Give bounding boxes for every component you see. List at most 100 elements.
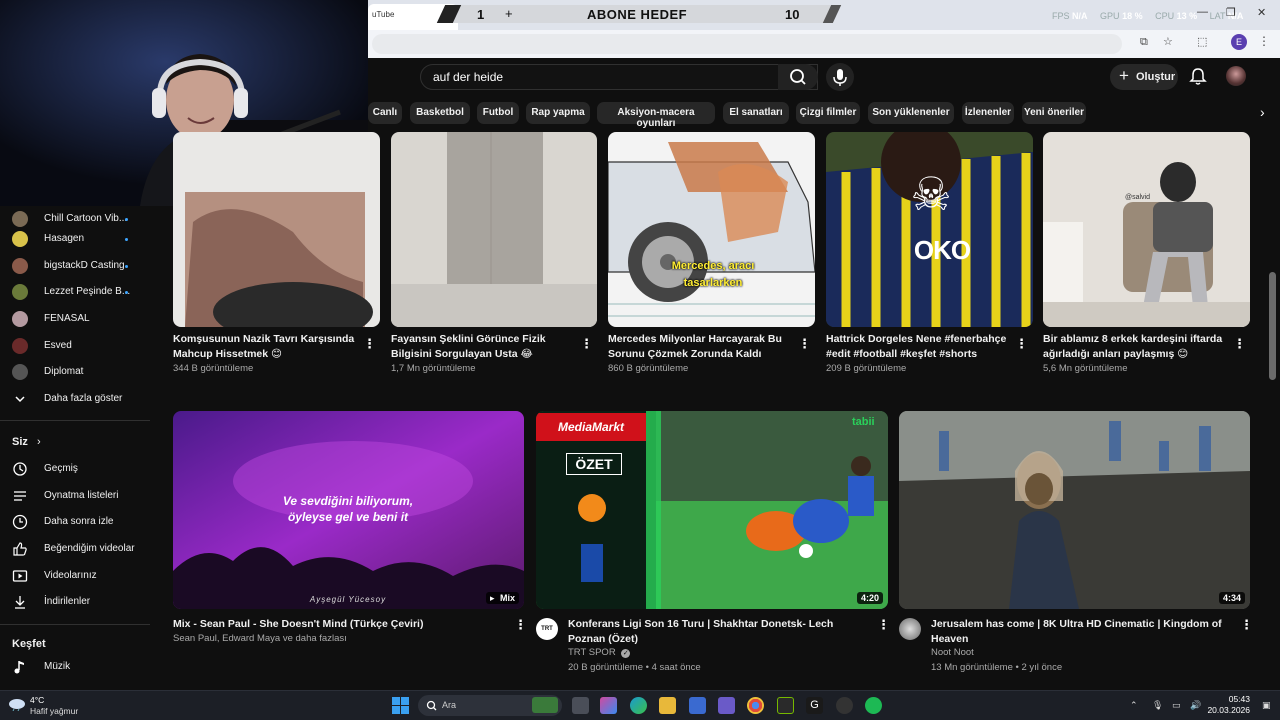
short-thumbnail[interactable]: ☠ OKO [826, 132, 1033, 327]
account-avatar[interactable] [1226, 66, 1246, 86]
sidebar-item-watch-later[interactable]: Daha sonra izle [0, 509, 150, 535]
video-channel-name[interactable]: TRT SPOR ✓ [568, 646, 631, 661]
you-section-heading[interactable]: Siz › [12, 436, 41, 448]
more-options-icon[interactable]: ⋮ [1015, 337, 1028, 351]
system-clock[interactable]: 05:43 20.03.2026 [1206, 694, 1250, 716]
volume-icon[interactable]: 🔊 [1190, 700, 1201, 711]
app-g-icon[interactable]: G [806, 697, 823, 714]
chip-aksiyon-macera[interactable]: Aksiyon-macera oyunları [597, 102, 715, 129]
more-options-icon[interactable]: ⋮ [877, 618, 890, 632]
copilot-icon[interactable] [600, 697, 617, 714]
address-field[interactable] [372, 34, 1122, 54]
close-window-icon[interactable]: ✕ [1257, 6, 1266, 19]
edge-browser-icon[interactable] [630, 697, 647, 714]
lyric-line-2: öyleyse gel ve beni it [287, 510, 409, 524]
bookmark-star-icon[interactable]: ☆ [1163, 35, 1173, 48]
goal-title: ABONE HEDEF [587, 7, 688, 22]
tray-chevron-up-icon[interactable]: ⌃ [1130, 700, 1138, 711]
file-explorer-icon[interactable] [659, 697, 676, 714]
taskbar-search[interactable]: Ara [418, 695, 562, 716]
short-title[interactable]: Komşusunun Nazik Tavrı Karşısında Mahcup… [173, 332, 358, 361]
search-button[interactable] [778, 64, 818, 90]
chip-cizgi-filmler[interactable]: Çizgi filmler [796, 102, 860, 124]
obs-icon[interactable] [836, 697, 853, 714]
sidebar-item-music[interactable]: Müzik [0, 654, 150, 680]
video-title[interactable]: Mix - Sean Paul - She Doesn't Mind (Türk… [173, 617, 503, 632]
short-title[interactable]: Hattrick Dorgeles Nene #fenerbahçe #edit… [826, 332, 1011, 361]
video-thumbnail-image [536, 411, 888, 609]
video-thumbnail[interactable]: MediaMarkt ÖZET tabii 4:20 [536, 411, 888, 609]
short-title[interactable]: Mercedes Milyonlar Harcayarak Bu Sorunu … [608, 332, 793, 361]
cloud-rain-icon [9, 699, 25, 711]
more-options-icon[interactable]: ⋮ [798, 337, 811, 351]
minimize-icon[interactable]: — [1197, 6, 1208, 18]
more-options-icon[interactable]: ⋮ [580, 337, 593, 351]
chip-basketbol[interactable]: Basketbol [410, 102, 470, 124]
task-view-icon[interactable] [572, 697, 589, 714]
video-thumbnail[interactable]: Ve sevdiğini biliyorum, öyleyse gel ve b… [173, 411, 524, 609]
notifications-bell-icon[interactable] [1188, 66, 1208, 86]
video-title[interactable]: Jerusalem has come | 8K Ultra HD Cinemat… [931, 617, 1231, 646]
sidebar-item-subscription[interactable]: Hasagen [0, 226, 150, 252]
search-input[interactable] [433, 69, 753, 85]
short-title[interactable]: Bir ablamız 8 erkek kardeşini iftarda ağ… [1043, 332, 1233, 361]
windows-start-icon[interactable] [392, 697, 409, 714]
sidebar-item-subscription[interactable]: FENASAL [0, 306, 150, 332]
video-thumbnail[interactable]: 4:34 [899, 411, 1250, 609]
network-icon[interactable]: ▭ [1172, 700, 1181, 711]
browser-menu-icon[interactable]: ⋮ [1258, 34, 1270, 48]
chip-yeni-oneriler[interactable]: Yeni öneriler [1022, 102, 1086, 124]
short-thumbnail[interactable]: Mercedes, aracı tasarlarken [608, 132, 815, 327]
short-thumbnail[interactable] [173, 132, 380, 327]
chip-futbol[interactable]: Futbol [477, 102, 519, 124]
sidebar: Chill Cartoon Vib... Hasagen bigstackD C… [0, 206, 150, 690]
more-options-icon[interactable]: ⋮ [514, 618, 527, 632]
search-box: ✕ [420, 64, 818, 90]
sidebar-item-subscription[interactable]: Diplomat [0, 359, 150, 385]
short-thumbnail[interactable] [391, 132, 597, 327]
maximize-icon[interactable]: ❐ [1226, 6, 1236, 19]
more-options-icon[interactable]: ⋮ [363, 337, 376, 351]
chip-son-yuklenenler[interactable]: Son yüklenenler [868, 102, 954, 124]
chip-rap-yapma[interactable]: Rap yapma [526, 102, 590, 124]
short-thumbnail[interactable]: @salvid [1043, 132, 1250, 327]
sidebar-item-downloads[interactable]: İndirilenler [0, 589, 150, 615]
sidebar-item-liked-videos[interactable]: Beğendiğim videolar [0, 536, 150, 562]
channel-name[interactable]: Noot Noot [931, 646, 974, 661]
microsoft-store-icon[interactable] [689, 697, 706, 714]
nvidia-icon[interactable] [777, 697, 794, 714]
create-button[interactable]: + Oluştur [1110, 64, 1178, 90]
chip-canli[interactable]: Canlı [368, 102, 402, 124]
sidebar-item-your-videos[interactable]: Videolarınız [0, 563, 150, 589]
notifications-icon[interactable]: ▣ [1262, 700, 1271, 711]
more-options-icon[interactable]: ⋮ [1240, 618, 1253, 632]
your-videos-label: Videolarınız [44, 570, 97, 581]
sidebar-item-subscription[interactable]: bigstackD Casting [0, 253, 150, 279]
chrome-icon[interactable] [747, 697, 764, 714]
page-scrollbar[interactable] [1265, 132, 1280, 690]
profile-avatar[interactable]: E [1231, 34, 1247, 50]
more-options-icon[interactable]: ⋮ [1233, 337, 1246, 351]
channel-avatar[interactable] [899, 618, 921, 640]
short-title[interactable]: Fayansın Şeklini Görünce Fizik Bilgisini… [391, 332, 576, 361]
video-title[interactable]: Konferans Ligi Son 16 Turu | Shakhtar Do… [568, 617, 868, 646]
voice-search-button[interactable] [826, 63, 854, 91]
sidebar-item-subscription[interactable]: Lezzet Peşinde B... [0, 279, 150, 305]
microphone-tray-icon[interactable]: 🎙 [1152, 700, 1163, 711]
channel-avatar[interactable]: TRT [536, 618, 558, 640]
extensions-icon[interactable]: ⬚ [1197, 35, 1207, 48]
sidebar-item-subscription[interactable]: Esved [0, 333, 150, 359]
sidebar-item-playlists[interactable]: Oynatma listeleri [0, 483, 150, 509]
spotify-icon[interactable] [865, 697, 882, 714]
sidebar-item-history[interactable]: Geçmiş [0, 456, 150, 482]
ozet-label: ÖZET [566, 453, 622, 475]
show-more-button[interactable]: Daha fazla göster [0, 386, 150, 412]
chip-izlenenler[interactable]: İzlenenler [962, 102, 1014, 124]
cast-icon[interactable]: ⧉ [1140, 36, 1148, 49]
chip-el-sanatlari[interactable]: El sanatları [723, 102, 789, 124]
teams-icon[interactable] [718, 697, 735, 714]
history-icon [13, 462, 27, 476]
chips-next-icon[interactable]: › [1260, 104, 1265, 120]
scrollbar-thumb[interactable] [1269, 272, 1276, 380]
short-overlay-caption: Mercedes, aracı tasarlarken [671, 260, 755, 289]
